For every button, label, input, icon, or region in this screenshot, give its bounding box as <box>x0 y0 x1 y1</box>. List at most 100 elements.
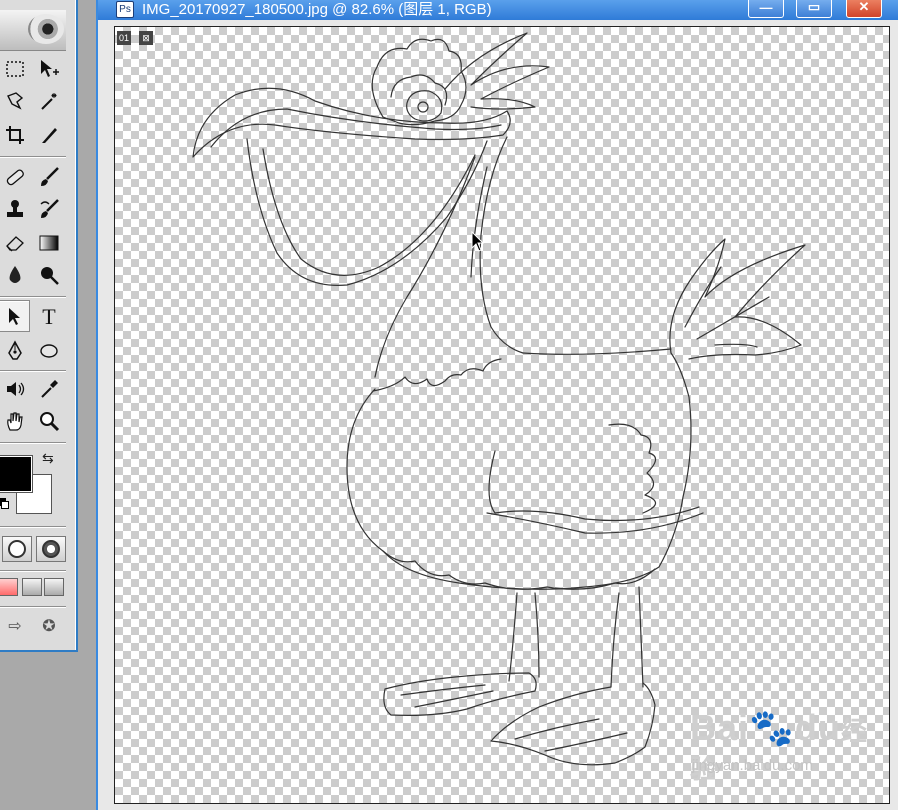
pelican-pouch-inner <box>262 148 476 276</box>
ellipse-shape-tool-button[interactable] <box>34 336 64 366</box>
image-canvas[interactable]: 01 ⊠ Bai🐾du经验 jingyan.baidu.com <box>114 26 890 804</box>
baidu-watermark: Bai🐾du经验 jingyan.baidu.com <box>690 707 889 786</box>
quick-mask-icon <box>42 540 60 558</box>
pelican-tail <box>669 238 806 360</box>
default-colors-icon[interactable] <box>0 498 9 509</box>
crop-tool-button[interactable] <box>0 120 30 150</box>
pelican-wing-lower <box>486 512 704 534</box>
zoom-icon <box>40 412 60 432</box>
move-icon <box>41 60 59 77</box>
pelican-left-toes <box>400 684 494 708</box>
toolbox-separator <box>0 370 66 372</box>
quick-mask-mode-button[interactable] <box>36 536 66 562</box>
type-tool-button[interactable]: T <box>34 302 64 332</box>
path-select-icon <box>9 308 20 325</box>
watermark-brand-2: du <box>794 707 841 748</box>
brush-icon <box>41 167 59 186</box>
history-brush-tool-button[interactable] <box>34 194 64 224</box>
imageready-button[interactable]: ✪ <box>34 614 64 638</box>
pelican-pouch <box>246 138 488 286</box>
eraser-tool-button[interactable] <box>0 228 30 258</box>
blur-tool-button[interactable] <box>0 260 30 290</box>
slice-icon <box>42 128 57 143</box>
mouse-cursor-icon <box>471 231 485 252</box>
app-eye-logo-icon <box>28 14 64 44</box>
minimize-icon: — <box>759 0 773 15</box>
jump-to-imageready-button[interactable]: ⇨ <box>0 614 30 638</box>
crop-icon <box>6 126 24 144</box>
gradient-icon <box>39 235 59 251</box>
zoom-tool-button[interactable] <box>34 406 64 436</box>
pelican-back-line <box>522 348 672 355</box>
lasso-tool-button[interactable] <box>0 86 30 116</box>
type-icon: T <box>42 304 56 329</box>
blur-icon <box>9 266 21 283</box>
pelican-body <box>346 352 692 590</box>
clone-stamp-tool-button[interactable] <box>0 194 30 224</box>
history-brush-icon <box>40 199 59 218</box>
pelican-beak-ridge <box>210 108 502 148</box>
foreground-color-swatch[interactable] <box>0 455 33 493</box>
eyedropper-icon <box>41 380 58 398</box>
pelican-eye <box>406 90 443 122</box>
notes-tool-button[interactable] <box>0 374 30 404</box>
jump-arrow-icon: ⇨ <box>8 618 22 635</box>
screen-mode-full-button[interactable] <box>44 578 64 596</box>
brush-tool-button[interactable] <box>34 162 64 192</box>
toolbox-separator <box>0 296 66 298</box>
path-select-tool-button[interactable] <box>0 300 30 332</box>
notes-icon <box>7 382 25 396</box>
pelican-right-toes <box>514 718 628 752</box>
marquee-tool-button[interactable] <box>0 54 30 84</box>
dodge-tool-button[interactable] <box>34 260 64 290</box>
pelican-collar <box>372 358 502 392</box>
toolbox-header[interactable] <box>0 10 66 51</box>
pelican-right-leg <box>610 586 644 688</box>
eyedropper-tool-button[interactable] <box>34 374 64 404</box>
pelican-wing-feathers <box>608 423 657 514</box>
pen-icon <box>8 340 22 360</box>
pen-tool-button[interactable] <box>0 336 30 366</box>
document-window: Ps IMG_20170927_180500.jpg @ 82.6% (图层 1… <box>96 0 898 810</box>
pelican-line-drawing <box>192 32 806 766</box>
dodge-icon <box>41 267 59 285</box>
slice-tool-button[interactable] <box>34 120 64 150</box>
pelican-wing <box>488 450 700 522</box>
screen-mode-menu-button[interactable] <box>22 578 42 596</box>
pelican-upper-beak <box>192 87 511 158</box>
pelican-neck-line <box>470 166 488 278</box>
document-title: IMG_20170927_180500.jpg @ 82.6% (图层 1, R… <box>142 1 492 18</box>
marquee-icon <box>6 61 24 77</box>
imageready-icon: ✪ <box>42 618 56 635</box>
magic-wand-tool-button[interactable] <box>34 86 64 116</box>
healing-brush-icon <box>6 169 24 186</box>
magic-wand-icon <box>41 93 57 110</box>
pelican-left-leg <box>508 592 540 682</box>
toolbox-separator <box>0 526 66 528</box>
toolbox-panel: T ⇆ ⇨ ✪ <box>0 0 78 652</box>
close-button[interactable]: ✕ <box>846 0 882 18</box>
close-icon: ✕ <box>858 0 870 14</box>
swap-colors-icon[interactable]: ⇆ <box>42 450 54 467</box>
hand-icon <box>7 412 23 431</box>
move-tool-button[interactable] <box>34 54 64 84</box>
ellipse-shape-icon <box>40 344 58 358</box>
pelican-belly-ruffle <box>382 550 656 590</box>
minimize-button[interactable]: — <box>748 0 784 18</box>
clone-stamp-icon <box>7 200 23 217</box>
document-titlebar[interactable]: Ps IMG_20170927_180500.jpg @ 82.6% (图层 1… <box>98 0 898 20</box>
gradient-tool-button[interactable] <box>34 228 64 258</box>
watermark-url: jingyan.baidu.com <box>692 757 813 774</box>
lasso-icon <box>7 92 24 110</box>
document-icon: Ps <box>116 1 134 18</box>
toolbox-separator <box>0 442 66 444</box>
healing-brush-tool-button[interactable] <box>0 162 30 192</box>
standard-mode-button[interactable] <box>2 536 32 562</box>
watermark-brand: Bai <box>690 707 750 748</box>
maximize-button[interactable]: ▭ <box>796 0 832 18</box>
watermark-paw-icon: 🐾 <box>749 707 795 748</box>
maximize-icon: ▭ <box>807 0 821 14</box>
toolbox-separator <box>0 156 66 158</box>
screen-mode-standard-button[interactable] <box>0 578 18 596</box>
hand-tool-button[interactable] <box>0 406 30 436</box>
